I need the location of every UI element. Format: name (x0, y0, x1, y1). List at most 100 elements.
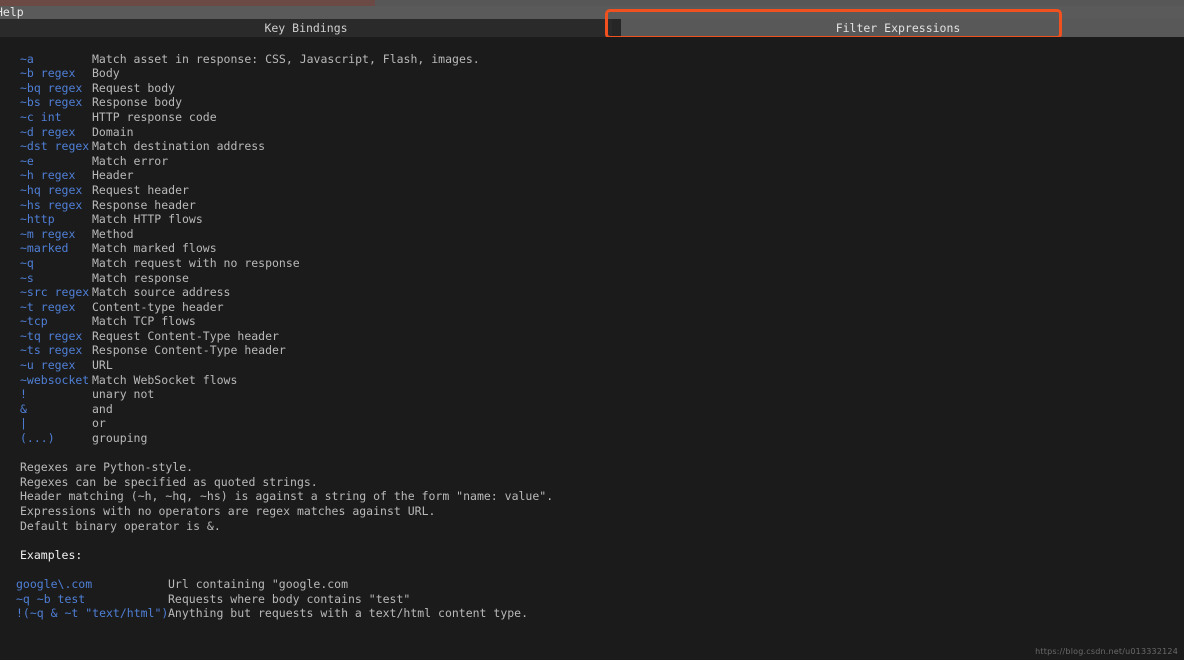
filter-row: ~d regex Domain (0, 125, 1184, 140)
filter-desc: grouping (92, 431, 148, 446)
filter-desc: Response Content-Type header (92, 343, 286, 358)
filter-row: ~hs regex Response header (0, 198, 1184, 213)
filter-expression-list: ~a Match asset in response: CSS, Javascri… (0, 52, 1184, 446)
filter-row: ~bq regex Request body (0, 81, 1184, 96)
filter-row: (...) grouping (0, 431, 1184, 446)
filter-desc: Method (92, 226, 134, 241)
filter-desc: unary not (92, 387, 155, 402)
filter-row: & and (0, 402, 1184, 417)
filter-row: ~h regex Header (0, 168, 1184, 183)
filter-key: ~u regex (20, 358, 76, 373)
example-description: Url containing "google.com (168, 576, 349, 591)
filter-desc: Body (92, 66, 120, 81)
filter-key: ~hs regex (20, 197, 83, 212)
filter-key: ~a (20, 51, 34, 66)
filter-key: ~h regex (20, 168, 76, 183)
spacer-examples (0, 533, 1184, 548)
spacer-notes (0, 446, 1184, 461)
examples-list: google\.com Url containing "google.com ~q… (0, 577, 1184, 621)
filter-row: ~s Match response (0, 271, 1184, 286)
filter-key: ! (20, 387, 27, 402)
spacer-top (0, 37, 1184, 52)
notes-block: Regexes are Python-style. Regexes can be… (0, 460, 1184, 533)
filter-row: | or (0, 416, 1184, 431)
filter-key: ~hq regex (20, 182, 83, 197)
filter-desc: Match request with no response (92, 255, 300, 270)
filter-desc: Response body (92, 95, 183, 110)
filter-key: ~tq regex (20, 328, 83, 343)
filter-key: ~src regex (20, 285, 90, 300)
window-title: Help (0, 6, 24, 19)
filter-desc: Match WebSocket flows (92, 372, 238, 387)
spacer-examples-list (0, 562, 1184, 577)
note-line: Regexes can be specified as quoted strin… (20, 474, 318, 489)
filter-row: ~ts regex Response Content-Type header (0, 343, 1184, 358)
filter-desc: Request body (92, 80, 176, 95)
filter-desc: Request header (92, 182, 189, 197)
example-description: Requests where body contains "test" (168, 591, 411, 606)
examples-heading: Examples: (20, 547, 83, 562)
filter-key: ~c int (20, 109, 62, 124)
example-expression: ~q ~b test (16, 591, 86, 606)
filter-desc: Request Content-Type header (92, 328, 279, 343)
filter-desc: Match marked flows (92, 241, 217, 256)
filter-key: ~q (20, 255, 34, 270)
filter-row: ~marked Match marked flows (0, 241, 1184, 256)
watermark: https://blog.csdn.net/u013332124 (1035, 647, 1178, 656)
filter-row: ~websocket Match WebSocket flows (0, 373, 1184, 388)
filter-row: ~http Match HTTP flows (0, 212, 1184, 227)
example-expression: !(~q & ~t "text/html") (16, 606, 169, 621)
filter-row: ~bs regex Response body (0, 95, 1184, 110)
tab-filter-expressions[interactable]: Filter Expressions (612, 19, 1184, 37)
filter-key: ~s (20, 270, 34, 285)
filter-desc: Match response (92, 270, 189, 285)
example-row: google\.com Url containing "google.com (0, 577, 1184, 592)
example-expression: google\.com (16, 576, 93, 591)
filter-key: ~bq regex (20, 80, 83, 95)
filter-desc: Domain (92, 124, 134, 139)
filter-desc: Header (92, 168, 134, 183)
note-line: Expressions with no operators are regex … (20, 504, 436, 518)
filter-row: ~c int HTTP response code (0, 110, 1184, 125)
filter-row: ~u regex URL (0, 358, 1184, 373)
filter-desc: Match TCP flows (92, 314, 196, 329)
help-window: Help Key Bindings Filter Expressions ~a M… (0, 0, 1184, 660)
filter-row: ~a Match asset in response: CSS, Javascri… (0, 52, 1184, 67)
note-line: Regexes are Python-style. (20, 460, 194, 475)
filter-key: ~ts regex (20, 343, 83, 358)
filter-key: ~b regex (20, 66, 76, 81)
filter-desc: Match source address (92, 285, 231, 300)
filter-key: & (20, 401, 27, 416)
help-header-bar: Help (0, 6, 1184, 19)
filter-desc: Match error (92, 153, 169, 168)
filter-row: ~hq regex Request header (0, 183, 1184, 198)
filter-row: ~m regex Method (0, 227, 1184, 242)
filter-key: ~e (20, 153, 34, 168)
example-row: ~q ~b test Requests where body contains "… (0, 592, 1184, 607)
note-line: Header matching (~h, ~hq, ~hs) is agains… (20, 489, 554, 504)
filter-key: ~marked (20, 241, 69, 256)
filter-row: ~dst regex Match destination address (0, 139, 1184, 154)
tab-bar: Key Bindings Filter Expressions (0, 19, 1184, 37)
example-row: !(~q & ~t "text/html") Anything but reque… (0, 606, 1184, 621)
filter-row: ~t regex Content-type header (0, 300, 1184, 315)
note-line: Default binary operator is &. (20, 518, 221, 533)
example-description: Anything but requests with a text/html c… (168, 606, 529, 621)
filter-row: ~tq regex Request Content-Type header (0, 329, 1184, 344)
tab-key-bindings[interactable]: Key Bindings (0, 19, 612, 37)
filter-desc: HTTP response code (92, 109, 217, 124)
filter-desc: Content-type header (92, 299, 224, 314)
filter-key: ~dst regex (20, 139, 90, 154)
help-content: ~a Match asset in response: CSS, Javascri… (0, 37, 1184, 660)
tab-separator-notch (612, 19, 621, 37)
filter-key: | (20, 416, 27, 431)
filter-desc: URL (92, 358, 113, 373)
filter-row: ! unary not (0, 387, 1184, 402)
filter-row: ~b regex Body (0, 66, 1184, 81)
filter-desc: and (92, 401, 113, 416)
filter-desc: Response header (92, 197, 196, 212)
filter-row: ~q Match request with no response (0, 256, 1184, 271)
filter-desc: Match asset in response: CSS, Javascript… (92, 51, 480, 66)
filter-key: ~t regex (20, 299, 76, 314)
filter-desc: or (92, 416, 106, 431)
